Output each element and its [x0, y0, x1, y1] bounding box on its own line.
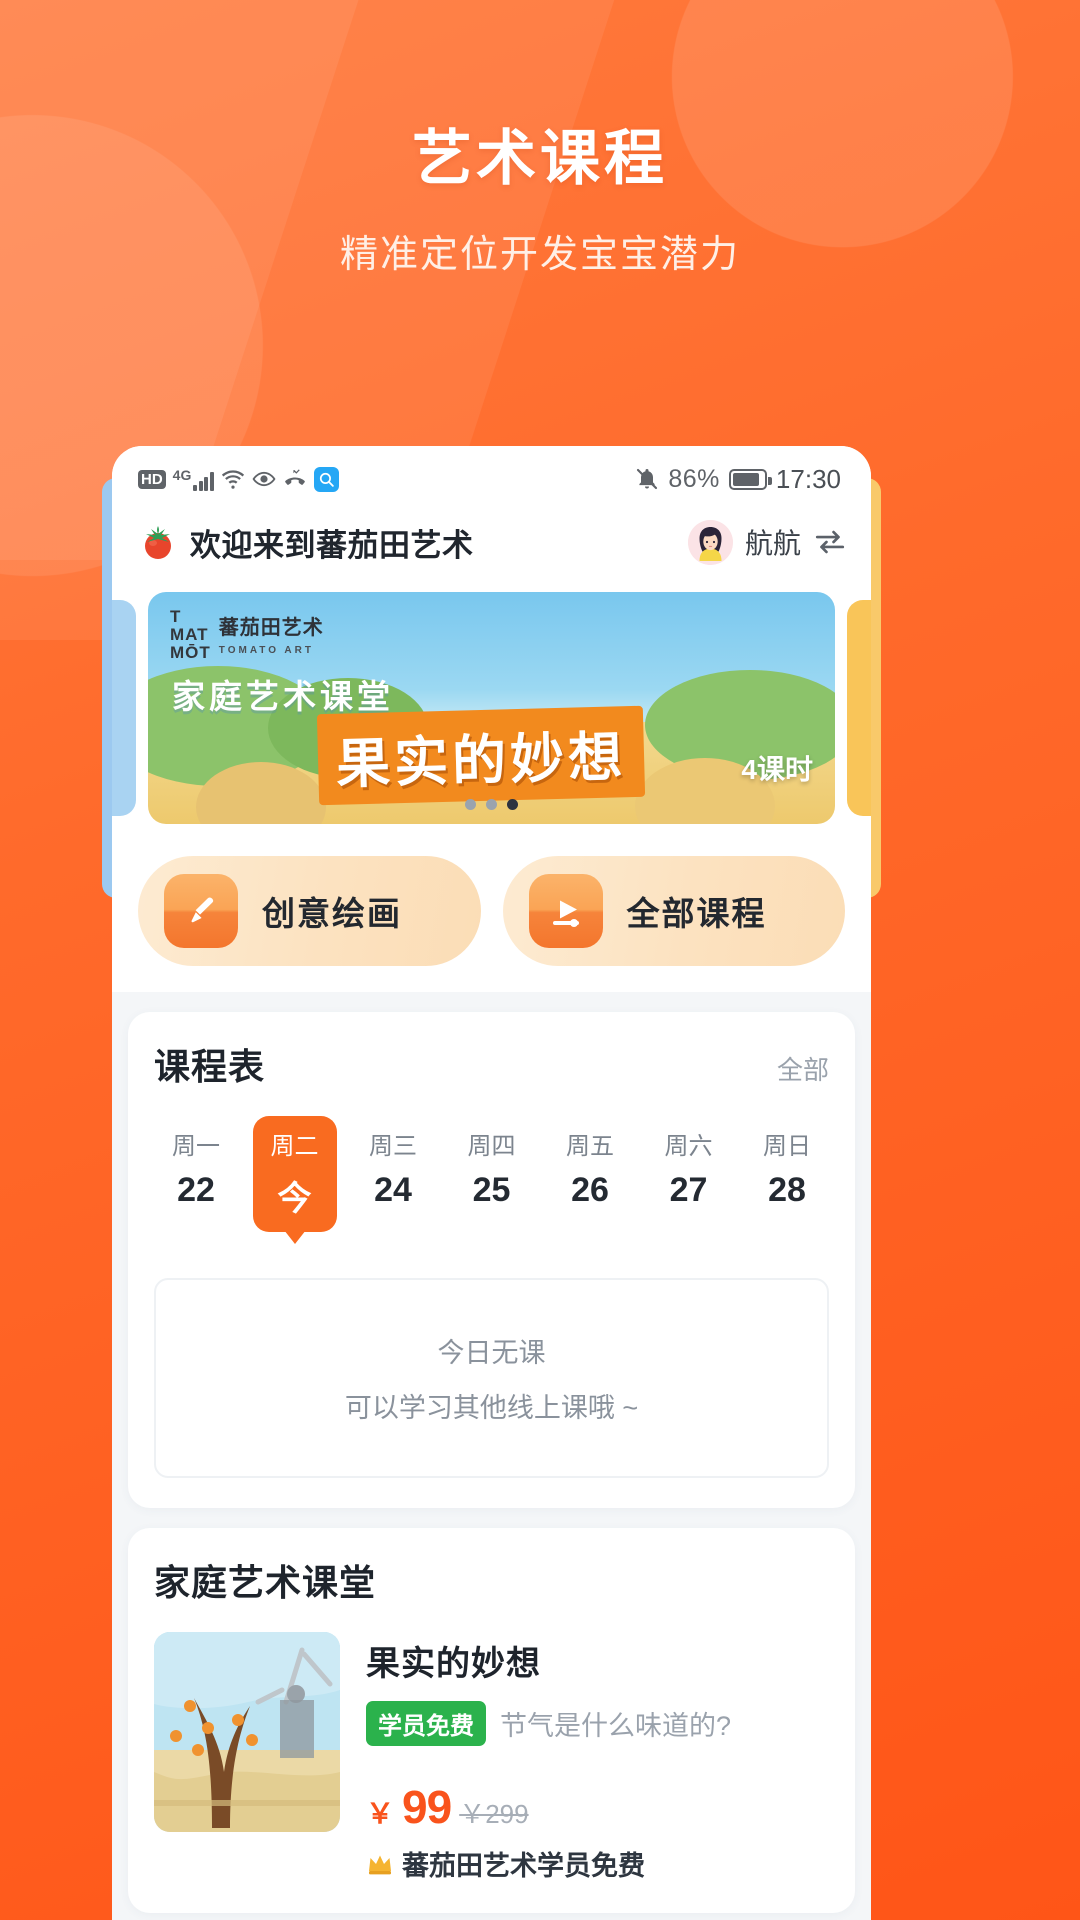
hd-icon: HD	[138, 469, 166, 489]
weekday-item[interactable]: 周一 22	[154, 1116, 238, 1232]
status-bar: HD 4G 86% 17:30	[112, 446, 871, 506]
banner-brand-cn: 蕃茄田艺术	[218, 617, 324, 640]
course-note-text: 蕃茄田艺术学员免费	[402, 1851, 645, 1881]
quick-actions: 创意绘画 全部课程	[112, 838, 871, 992]
page-title: 艺术课程	[412, 125, 668, 192]
banner-carousel[interactable]: T MAT MŌT 蕃茄田艺术 TOMATO ART 家庭艺术课堂 果实的妙想	[112, 578, 871, 838]
tomato-icon	[145, 526, 171, 559]
original-price: ￥299	[459, 1799, 529, 1829]
banner-lesson-count: 4课时	[741, 754, 813, 785]
carousel-next-slide[interactable]	[847, 600, 871, 816]
weekday-date: 26	[571, 1171, 609, 1209]
signal-bars-icon	[193, 471, 214, 491]
weekday-item[interactable]: 周日 28	[745, 1116, 829, 1232]
carousel-dot[interactable]	[465, 799, 476, 810]
carousel-prev-slide[interactable]	[112, 600, 136, 816]
status-badge: 学员免费	[366, 1701, 486, 1746]
weekday-selector[interactable]: 周一 22 周二 今 周三 24 周四 25 周五 26 周六 27 周日 28	[154, 1116, 829, 1232]
crown-icon	[369, 1855, 391, 1874]
weekday-label: 周日	[763, 1133, 811, 1160]
app-header: 欢迎来到蕃茄田艺术 航航	[112, 506, 871, 578]
course-list-title: 家庭艺术课堂	[154, 1562, 377, 1603]
weekday-label: 周二	[270, 1133, 319, 1160]
banner-brand-mark: T MAT MŌT	[170, 607, 211, 662]
app-header-right: 航航	[687, 519, 847, 565]
switch-account-icon[interactable]	[813, 525, 847, 559]
weekday-label: 周四	[467, 1133, 516, 1160]
course-price: ￥ 99 ￥299	[366, 1780, 829, 1834]
weekday-date: 24	[374, 1171, 412, 1209]
weekday-item[interactable]: 周六 27	[647, 1116, 731, 1232]
avatar[interactable]	[687, 519, 733, 565]
signal-4g-label: 4G	[172, 466, 192, 483]
quick-action-all-courses[interactable]: 全部课程	[502, 856, 845, 966]
carousel-dot-active[interactable]	[507, 799, 518, 810]
weekday-date: 22	[177, 1171, 215, 1209]
phone-screen: HD 4G 86% 17:30 欢迎来到蕃茄田艺术 航航 T MAT MŌT 蕃…	[112, 446, 871, 1920]
banner-title-wrap: 果实的妙想	[316, 705, 646, 806]
battery-percent: 86%	[668, 464, 720, 493]
status-bar-right: 86% 17:30	[635, 464, 841, 495]
empty-state-line-2: 可以学习其他线上课哦 ~	[344, 1393, 639, 1423]
course-note: 蕃茄田艺术学员免费	[366, 1844, 829, 1883]
schedule-card-header: 课程表 全部	[154, 1038, 829, 1090]
empty-state-line-1: 今日无课	[437, 1338, 546, 1368]
weekday-date: 25	[472, 1171, 511, 1209]
promo-header: 艺术课程 精准定位开发宝宝潜力	[0, 110, 1080, 278]
mute-bell-icon	[637, 468, 658, 490]
weekday-label: 周六	[664, 1133, 713, 1160]
weekday-label: 周一	[172, 1133, 220, 1160]
schedule-card: 课程表 全部 周一 22 周二 今 周三 24 周四 25 周五 26 周六 2…	[128, 1012, 855, 1508]
eye-icon	[252, 471, 276, 487]
page-subtitle: 精准定位开发宝宝潜力	[339, 234, 740, 276]
banner-brand-logo: T MAT MŌT 蕃茄田艺术 TOMATO ART	[170, 608, 324, 662]
weekday-date: 28	[768, 1171, 806, 1209]
phone-mockup: HD 4G 86% 17:30 欢迎来到蕃茄田艺术 航航 T MAT MŌT 蕃…	[102, 446, 881, 1920]
battery-icon	[728, 468, 772, 490]
weekday-date: 今	[277, 1180, 312, 1218]
banner-brand-text: 蕃茄田艺术 TOMATO ART	[219, 611, 324, 658]
weekday-date: 27	[669, 1171, 708, 1209]
banner-brand-en: TOMATO ART	[218, 645, 314, 657]
paintbrush-icon	[164, 874, 238, 948]
user-name[interactable]: 航航	[745, 522, 801, 562]
signal-4g-icon: 4G	[173, 468, 214, 491]
missed-call-icon	[285, 469, 305, 485]
currency-symbol: ￥	[366, 1798, 395, 1829]
course-info: 果实的妙想 学员免费 节气是什么味道的? ￥ 99 ￥299 蕃茄田艺术学员免费	[366, 1632, 829, 1883]
status-bar-left: HD 4G	[138, 466, 339, 492]
quick-action-creative-drawing[interactable]: 创意绘画	[138, 856, 481, 966]
banner-title: 果实的妙想	[316, 705, 646, 806]
weekday-label: 周三	[369, 1133, 417, 1160]
course-list-card: 家庭艺术课堂 果实的妙想 学员免费 节气是什么味道的? ￥ 99 ￥299 蕃茄…	[128, 1528, 855, 1913]
weekday-item[interactable]: 周三 24	[351, 1116, 435, 1232]
wifi-icon	[221, 470, 244, 489]
quick-action-label: 创意绘画	[262, 895, 402, 932]
carousel-dot[interactable]	[486, 799, 497, 810]
schedule-view-all-link[interactable]: 全部	[777, 1050, 829, 1087]
carousel-dots[interactable]	[148, 799, 835, 810]
schedule-title: 课程表	[154, 1046, 266, 1087]
weekday-item[interactable]: 周五 26	[548, 1116, 632, 1232]
status-clock: 17:30	[775, 463, 841, 494]
course-tagline: 学员免费 节气是什么味道的?	[366, 1701, 829, 1746]
current-price: 99	[402, 1781, 452, 1833]
weekday-item-selected[interactable]: 周二 今	[252, 1116, 337, 1232]
weekday-label: 周五	[566, 1133, 614, 1160]
quick-action-label: 全部课程	[626, 895, 767, 932]
carousel-slide-active[interactable]: T MAT MŌT 蕃茄田艺术 TOMATO ART 家庭艺术课堂 果实的妙想	[148, 592, 835, 824]
page-heading: 欢迎来到蕃茄田艺术	[190, 527, 474, 563]
course-thumbnail	[154, 1632, 340, 1832]
schedule-empty-state: 今日无课 可以学习其他线上课哦 ~	[154, 1278, 829, 1478]
search-icon[interactable]	[313, 466, 339, 492]
play-video-icon	[528, 874, 603, 948]
course-subtitle: 节气是什么味道的?	[500, 1711, 732, 1741]
course-list-item[interactable]: 果实的妙想 学员免费 节气是什么味道的? ￥ 99 ￥299 蕃茄田艺术学员免费	[154, 1632, 829, 1883]
weekday-item[interactable]: 周四 25	[450, 1116, 534, 1232]
course-name: 果实的妙想	[366, 1645, 541, 1683]
